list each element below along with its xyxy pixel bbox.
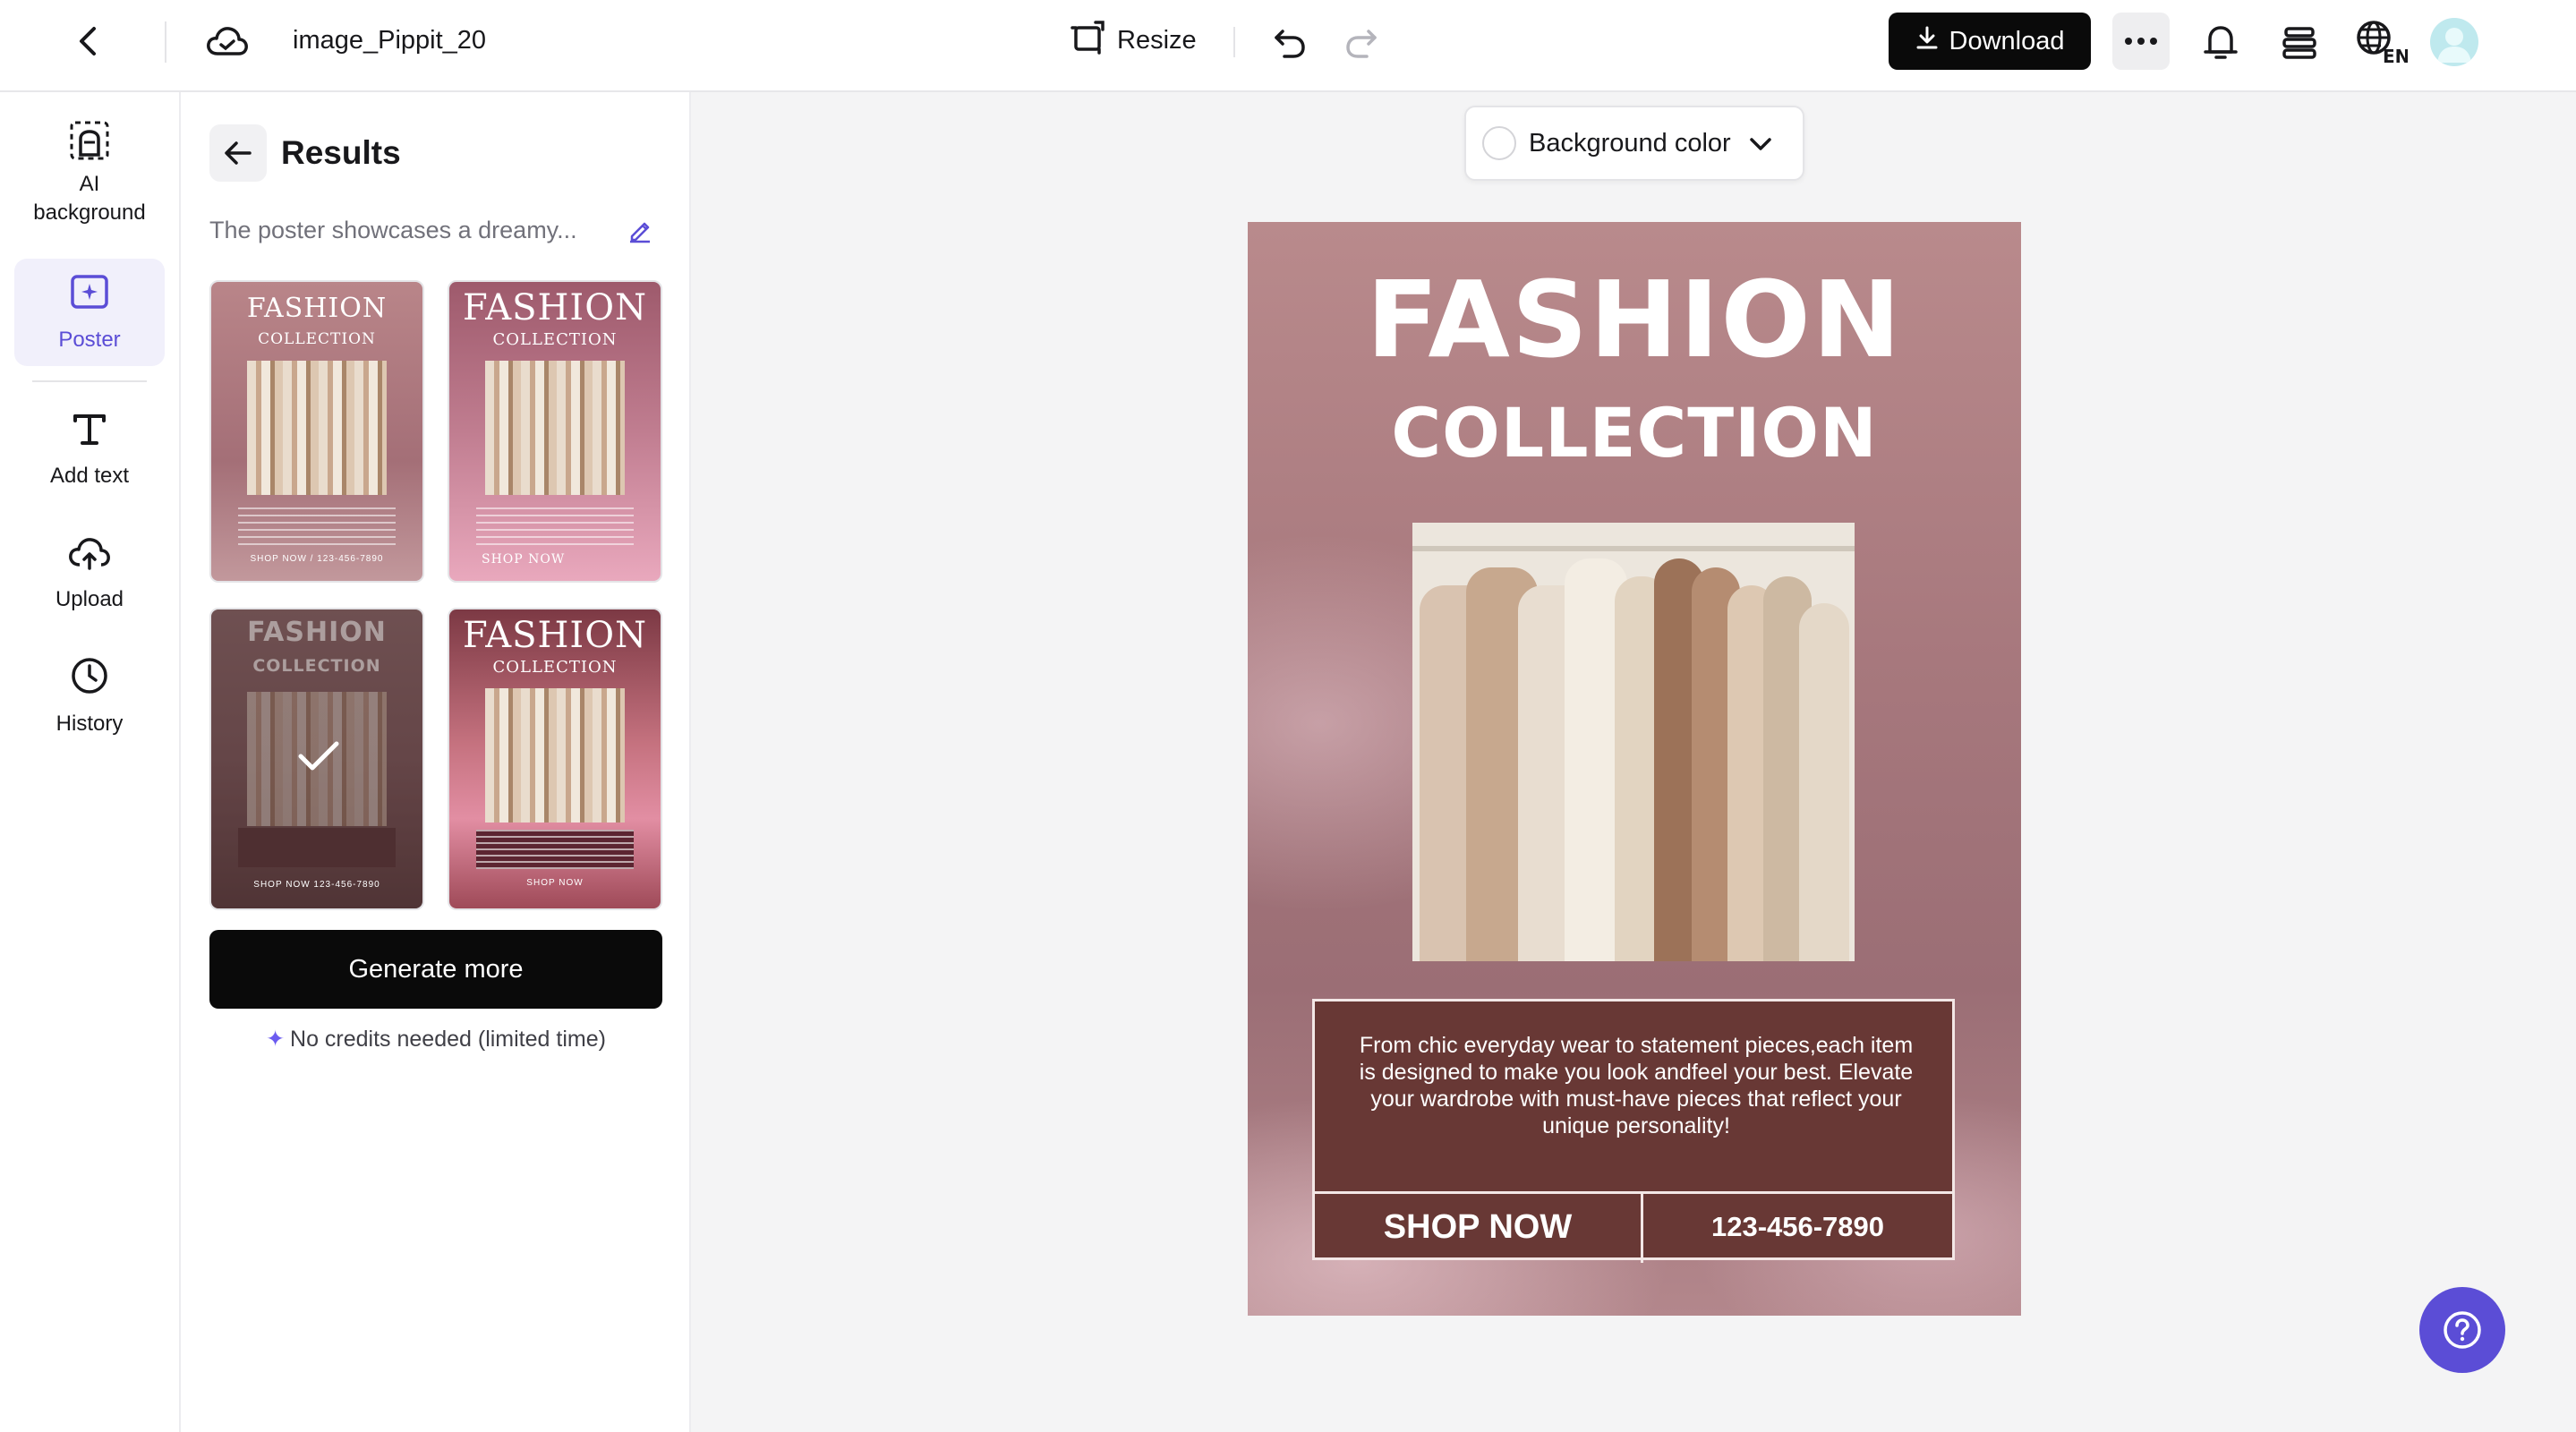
resize-label: Resize (1117, 25, 1197, 55)
ai-background-icon (68, 119, 111, 170)
thumbnail-subtitle: COLLECTION (492, 330, 618, 349)
redo-icon[interactable] (1341, 21, 1382, 63)
result-thumbnail-4[interactable]: FASHION COLLECTION SHOP NOW (448, 608, 662, 910)
poster-canvas[interactable]: FASHION COLLECTION From chic everyday we… (1248, 222, 2021, 1316)
rail-item-ai-background[interactable]: AI background (14, 117, 165, 228)
help-question-icon (2444, 1311, 2481, 1349)
resize-button[interactable]: Resize (1070, 20, 1197, 61)
results-back-button[interactable] (209, 124, 267, 182)
thumbnail-text-lines (476, 507, 634, 547)
background-color-label: Background color (1529, 128, 1731, 158)
rail-item-poster[interactable]: Poster (14, 259, 165, 366)
left-rail: AI background Poster Add text Upload His… (0, 92, 181, 1432)
user-avatar[interactable] (2430, 18, 2478, 66)
rail-item-label: AI background (33, 171, 146, 225)
rail-item-label: Add text (49, 463, 130, 488)
more-options-button[interactable] (2112, 13, 2170, 70)
cloud-sync-icon[interactable] (204, 21, 251, 61)
garment (1799, 603, 1849, 961)
layers-icon[interactable] (2277, 20, 2322, 64)
rail-divider (32, 380, 147, 382)
credits-note: ✦ No credits needed (limited time) (209, 1023, 662, 1055)
thumbnail-cta: SHOP NOW / 123-456-7890 (250, 554, 384, 564)
poster-icon (69, 271, 110, 320)
background-color-dropdown[interactable]: Background color (1464, 106, 1804, 181)
results-panel: Results The poster showcases a dreamy...… (181, 92, 691, 1432)
download-icon (1915, 25, 1939, 57)
history-clock-icon (69, 655, 110, 704)
rail-item-add-text[interactable]: Add text (14, 400, 165, 499)
result-thumbnail-2[interactable]: FASHION COLLECTION SHOP NOW (448, 280, 662, 583)
avatar-icon (2437, 28, 2471, 63)
thumbnail-subtitle: COLLECTION (492, 658, 618, 677)
project-name[interactable]: image_Pippit_20 (293, 25, 486, 55)
poster-subtitle[interactable]: COLLECTION (1248, 390, 2021, 476)
result-thumbnail-3[interactable]: FASHION COLLECTION SHOP NOW 123-456-7890 (209, 608, 424, 910)
thumbnail-cta: SHOP NOW (526, 878, 584, 888)
thumbnail-subtitle: COLLECTION (258, 330, 376, 348)
upload-icon (67, 533, 112, 580)
rail-item-label: History (55, 711, 124, 736)
top-bar: image_Pippit_20 Resize Download EN (0, 0, 2576, 92)
clothing-rail (1412, 546, 1855, 551)
rail-item-label: Poster (58, 327, 121, 352)
thumbnail-text-lines (476, 830, 634, 869)
language-globe-icon[interactable]: EN (2354, 18, 2408, 66)
resize-icon (1070, 19, 1106, 62)
help-button[interactable] (2419, 1287, 2505, 1373)
credits-note-text: No credits needed (limited time) (290, 1027, 606, 1052)
checkmark-icon (297, 740, 340, 777)
thumbnail-photo (485, 361, 625, 495)
divider (165, 21, 166, 63)
thumbnail-cta: SHOP NOW (482, 552, 566, 567)
back-arrow-icon[interactable] (70, 23, 106, 59)
result-thumbnail-1[interactable]: FASHION COLLECTION SHOP NOW / 123-456-78… (209, 280, 424, 583)
poster-title[interactable]: FASHION (1248, 261, 2021, 378)
chevron-down-icon (1749, 129, 1772, 158)
svg-text:EN: EN (2383, 46, 2408, 66)
thumbnail-title: FASHION (462, 615, 648, 656)
divider (1233, 27, 1235, 57)
rail-item-label: Upload (55, 586, 124, 611)
thumbnail-cta: SHOP NOW 123-456-7890 (253, 880, 380, 890)
sparkle-icon: ✦ (266, 1027, 286, 1052)
thumbnail-text-lines (238, 507, 396, 547)
poster-info-box[interactable]: From chic everyday wear to statement pie… (1312, 999, 1955, 1263)
undo-icon[interactable] (1269, 21, 1310, 63)
arrow-left-icon (225, 141, 252, 165)
rail-item-upload[interactable]: Upload (14, 524, 165, 622)
thumbnail-photo (485, 688, 625, 823)
thumbnail-title: FASHION (462, 287, 648, 328)
prompt-summary: The poster showcases a dreamy... (209, 217, 577, 243)
thumbnail-text-lines (238, 828, 396, 867)
color-swatch (1482, 126, 1516, 160)
generate-more-button[interactable]: Generate more (209, 930, 662, 1009)
text-icon (70, 409, 109, 456)
rail-item-history[interactable]: History (14, 647, 165, 746)
results-title: Results (281, 134, 401, 171)
edit-prompt-icon[interactable] (624, 214, 656, 246)
poster-cta[interactable]: SHOP NOW (1315, 1194, 1641, 1260)
more-dots-icon (2125, 38, 2157, 45)
download-button[interactable]: Download (1889, 13, 2091, 70)
poster-photo[interactable] (1412, 523, 1855, 961)
poster-description[interactable]: From chic everyday wear to statement pie… (1351, 1032, 1922, 1139)
poster-phone[interactable]: 123-456-7890 (1643, 1194, 1952, 1260)
thumbnail-title: FASHION (246, 293, 388, 324)
download-label: Download (1949, 26, 2065, 55)
bell-icon[interactable] (2198, 20, 2243, 64)
thumbnail-photo (247, 361, 387, 495)
